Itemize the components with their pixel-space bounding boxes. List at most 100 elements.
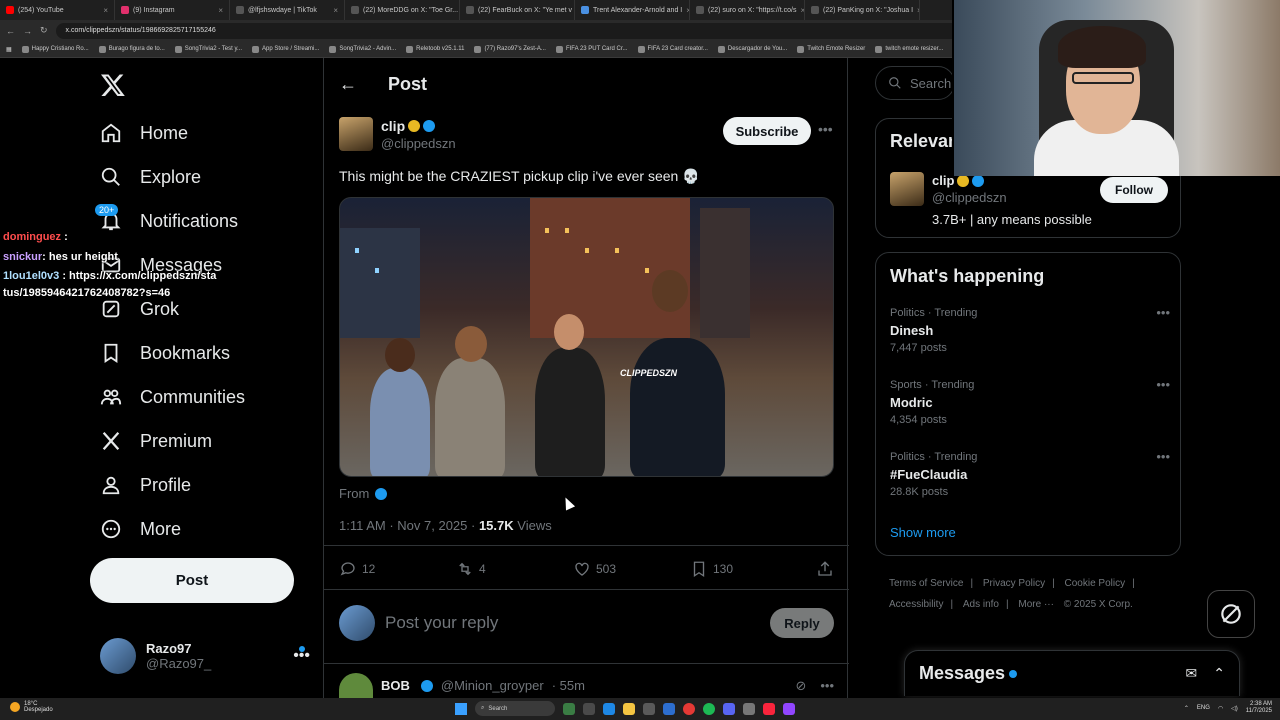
reply-post[interactable]: BOB @Minion_groyper · 55m ⊘ ••• [339, 673, 834, 698]
post-timestamp[interactable]: 1:11 AM · Nov 7, 2025 · [339, 518, 479, 533]
reload-icon[interactable]: ↻ [40, 25, 48, 36]
wifi-icon[interactable]: ◠ [1218, 705, 1223, 712]
bookmark[interactable]: Reletoob v25.1.11 [406, 45, 464, 53]
browser-tab[interactable]: (9) Instagram × [115, 0, 230, 20]
music-icon[interactable] [763, 702, 775, 715]
store-icon[interactable] [643, 702, 655, 715]
clock[interactable]: 2:38 AM 11/7/2025 [1246, 701, 1272, 715]
close-icon[interactable]: × [917, 6, 919, 15]
nav-profile[interactable]: Profile [100, 470, 191, 500]
browser-tab[interactable]: Trent Alexander-Arnold and I× [575, 0, 690, 20]
close-icon[interactable]: × [103, 6, 108, 15]
reply-author-name[interactable]: BOB [381, 678, 410, 693]
footer-link[interactable]: Cookie Policy [1065, 578, 1126, 589]
browser-tab[interactable]: (22) PanKing on X: "Joshua I× [805, 0, 920, 20]
new-message-icon[interactable]: ✉ [1186, 665, 1198, 682]
footer-link[interactable]: More ··· [1018, 599, 1054, 610]
browser-tab[interactable]: (22) suro on X: "https://t.co/s × [690, 0, 805, 20]
taskbar-search[interactable]: ⌕ Search [475, 701, 555, 716]
bookmark[interactable]: SongTrivia2 - Advin... [329, 45, 396, 53]
back-icon[interactable]: ← [6, 26, 15, 36]
bookmark[interactable]: Descargador de You... [717, 45, 787, 53]
lang-indicator[interactable]: ENG [1197, 705, 1210, 711]
footer-link[interactable]: Privacy Policy [983, 578, 1045, 589]
browser-tab[interactable]: (22) FearBuck on X: "Ye met v× [460, 0, 575, 20]
reply-action[interactable]: 12 [339, 560, 456, 578]
footer-link[interactable]: Terms of Service [889, 578, 963, 589]
bookmark[interactable]: (77) Razo97's Zest-A... [474, 45, 546, 53]
spotify-icon[interactable] [703, 702, 715, 715]
bookmark[interactable]: Happy Cristiano Ro... [21, 45, 89, 53]
nav-premium[interactable]: Premium [100, 426, 212, 456]
bookmark[interactable]: App Store / Streami... [252, 45, 319, 53]
close-icon[interactable]: × [218, 6, 223, 15]
more-horizontal-icon[interactable]: ••• [1156, 377, 1170, 392]
person-handle[interactable]: @clippedszn [932, 190, 1007, 205]
x-logo-icon[interactable] [100, 72, 126, 98]
reply-input[interactable]: Post your reply [385, 613, 498, 633]
bookmark[interactable]: FIFA 23 PUT Card Cr... [555, 45, 628, 53]
more-horizontal-icon[interactable]: ••• [1156, 305, 1170, 320]
account-switcher[interactable]: Razo97 @Razo97_ ••• [100, 638, 310, 674]
show-more-link[interactable]: Show more [890, 525, 956, 540]
volume-icon[interactable]: ◁) [1231, 705, 1238, 712]
trend-item[interactable]: Sports · Trending Modric 4,354 posts ••• [890, 377, 1170, 426]
avatar[interactable] [339, 673, 373, 698]
trend-item[interactable]: Politics · Trending #FueClaudia 28.8K po… [890, 449, 1170, 498]
back-arrow-icon[interactable]: ← [339, 74, 357, 95]
more-horizontal-icon[interactable]: ••• [818, 121, 833, 137]
app-icon[interactable] [563, 702, 575, 715]
apps-icon[interactable]: ▦ [6, 46, 12, 53]
more-horizontal-icon[interactable]: ••• [820, 678, 834, 694]
nav-bookmarks[interactable]: Bookmarks [100, 338, 230, 368]
task-view-icon[interactable] [583, 702, 595, 715]
edge-icon[interactable] [603, 702, 615, 715]
avatar[interactable] [890, 172, 924, 206]
twitch-icon[interactable] [783, 702, 795, 715]
post-author[interactable]: clip @clippedszn [339, 117, 456, 151]
bookmark-action[interactable]: 130 [690, 560, 807, 578]
trend-item[interactable]: Politics · Trending Dinesh 7,447 posts •… [890, 305, 1170, 354]
weather-widget[interactable]: 18°C Despejado [10, 701, 53, 713]
more-horizontal-icon[interactable]: ••• [1156, 449, 1170, 464]
bookmark[interactable]: Burago figura de to... [98, 45, 165, 53]
bookmark[interactable]: Twitch Emote Resizer [797, 45, 865, 53]
close-icon[interactable]: × [333, 6, 338, 15]
browser-tab[interactable]: (22) MoreDDG on X: "Toe Gr...× [345, 0, 460, 20]
browser-tab[interactable]: (254) YouTube × [0, 0, 115, 20]
app-icon[interactable] [743, 702, 755, 715]
folder-icon[interactable] [623, 702, 635, 715]
chrome-icon[interactable] [683, 702, 695, 715]
windows-start-icon[interactable] [455, 702, 467, 715]
share-action[interactable] [816, 560, 834, 578]
bookmark[interactable]: SongTrivia2 - Test y... [174, 45, 242, 53]
messages-drawer[interactable]: Messages ✉ ⌃ [904, 650, 1240, 696]
nav-explore[interactable]: Explore [100, 162, 201, 192]
search-input[interactable]: Search [875, 66, 955, 100]
nav-more[interactable]: More [100, 514, 181, 544]
from-attribution[interactable]: From [339, 486, 388, 501]
author-name[interactable]: clip [381, 118, 405, 134]
reply-author-handle[interactable]: @Minion_groyper [441, 678, 544, 693]
author-handle[interactable]: @clippedszn [381, 136, 456, 151]
like-action[interactable]: 503 [573, 560, 690, 578]
browser-tab[interactable]: @lfjshswdaye | TikTok × [230, 0, 345, 20]
post-video[interactable]: CLIPPEDSZN [339, 197, 834, 477]
app-icon[interactable] [663, 702, 675, 715]
discord-icon[interactable] [723, 702, 735, 715]
chevron-up-icon[interactable]: ⌃ [1184, 705, 1189, 712]
footer-link[interactable]: Ads info [963, 599, 999, 610]
bookmark[interactable]: FIFA 23 Card creator... [637, 45, 708, 53]
follow-button[interactable]: Follow [1100, 177, 1168, 203]
reply-button[interactable]: Reply [770, 608, 834, 638]
bookmark[interactable]: twitch emote resizer... [875, 45, 943, 53]
post-button[interactable]: Post [90, 558, 294, 603]
avatar[interactable] [339, 117, 373, 151]
subscribe-button[interactable]: Subscribe [723, 117, 811, 145]
nav-communities[interactable]: Communities [100, 382, 245, 412]
nav-home[interactable]: Home [100, 118, 188, 148]
relevant-person[interactable]: clip @clippedszn [890, 172, 1007, 206]
repost-action[interactable]: 4 [456, 560, 573, 578]
grok-icon[interactable]: ⊘ [795, 678, 806, 694]
expand-icon[interactable]: ⌃ [1213, 665, 1225, 682]
